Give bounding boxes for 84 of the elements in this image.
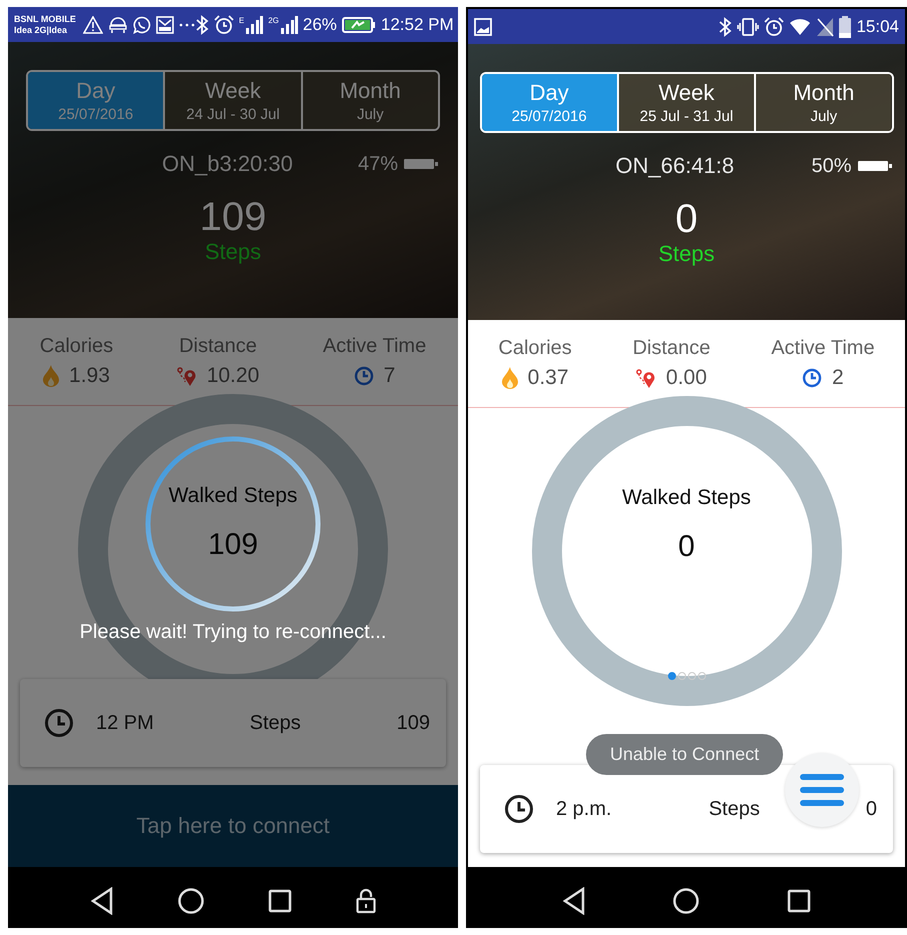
device-battery-percent: 47% — [358, 152, 398, 176]
step-count: 109 — [200, 195, 266, 239]
route-pin-icon — [176, 366, 197, 386]
image-icon — [474, 18, 492, 36]
signal-bars-icon — [245, 16, 264, 34]
hour-label: 12 PM — [96, 712, 154, 734]
clock-time: 12:52 PM — [380, 14, 454, 34]
stat-value: 0.00 — [666, 366, 707, 390]
clock-time: 15:04 — [856, 16, 899, 36]
back-icon[interactable] — [562, 887, 586, 915]
connect-button[interactable]: Tap here to connect — [8, 785, 458, 867]
period-tab[interactable]: Week 24 Jul - 30 Jul — [163, 72, 301, 129]
hour-step-count: 0 — [864, 798, 877, 820]
alarm-clock-icon — [764, 16, 784, 36]
clock-icon — [44, 708, 74, 738]
stat-label: Calories — [40, 335, 114, 358]
hour-step-count: 109 — [396, 712, 430, 734]
period-tab[interactable]: Day 25/07/2016 — [482, 74, 617, 131]
back-icon[interactable] — [90, 887, 114, 915]
ring-value: 109 — [208, 528, 258, 562]
period-tab[interactable]: Day 25/07/2016 — [28, 72, 164, 129]
no-signal-icon — [816, 16, 834, 36]
network-name: Idea 2G|Idea — [14, 24, 68, 36]
steps-label: Steps — [250, 712, 301, 734]
steps-label: Steps — [658, 241, 715, 267]
home-icon[interactable] — [178, 888, 204, 914]
toast-message: Unable to Connect — [586, 734, 784, 775]
stat-label: Active Time — [771, 337, 875, 360]
stat-value: 10.20 — [206, 364, 260, 388]
more-icon — [178, 22, 195, 28]
device-battery-percent: 50% — [811, 154, 852, 178]
hour-label: 2 p.m. — [556, 798, 612, 820]
stat-value: 2 — [832, 366, 844, 390]
step-count: 0 — [675, 197, 698, 241]
clock-icon — [504, 794, 534, 824]
flame-icon — [502, 367, 518, 389]
network-type-label: E — [238, 16, 244, 24]
robot-icon — [108, 16, 128, 34]
clock-icon — [354, 366, 374, 386]
mail-icon — [156, 16, 174, 34]
recents-icon[interactable] — [787, 889, 812, 913]
wifi-icon — [789, 18, 812, 36]
lock-icon[interactable] — [356, 888, 376, 914]
page-dot[interactable] — [688, 672, 696, 680]
clock-icon — [802, 368, 822, 388]
menu-icon — [800, 772, 844, 808]
battery-icon — [404, 158, 438, 170]
network-type-label: 2G — [268, 16, 279, 24]
signal-bars-icon — [280, 16, 298, 34]
vibrate-icon — [737, 18, 760, 36]
stat-value: 0.37 — [528, 366, 569, 390]
period-tab[interactable]: Week 25 Jul - 31 Jul — [616, 74, 754, 131]
ring-title: Walked Steps — [622, 486, 751, 510]
device-name: ON_66:41:8 — [616, 153, 734, 179]
ring-value: 0 — [678, 530, 695, 564]
stat-label: Active Time — [322, 335, 426, 358]
stat-label: Calories — [498, 337, 572, 360]
steps-label: Steps — [708, 798, 760, 820]
stat-label: Distance — [632, 337, 710, 360]
period-tab[interactable]: Month July — [754, 74, 892, 131]
period-tab[interactable]: Month July — [300, 72, 438, 129]
home-icon[interactable] — [673, 888, 700, 914]
bluetooth-icon — [718, 16, 732, 36]
stat-value: 1.93 — [69, 364, 110, 388]
alarm-clock-icon — [214, 14, 234, 34]
recents-icon[interactable] — [268, 889, 292, 913]
menu-button[interactable] — [785, 753, 859, 827]
battery-icon — [858, 160, 892, 172]
flame-icon — [43, 365, 60, 387]
page-dot[interactable] — [698, 672, 706, 680]
stat-value: 7 — [384, 364, 396, 388]
stat-label: Distance — [179, 335, 257, 358]
device-name: ON_b3:20:30 — [162, 151, 293, 177]
carrier-name: BSNL MOBILE — [14, 14, 76, 24]
ring-title: Walked Steps — [168, 484, 298, 508]
reconnect-message: Please wait! Trying to re-connect... — [78, 621, 388, 644]
warning-icon — [82, 16, 103, 34]
bluetooth-icon — [194, 14, 209, 34]
page-dot[interactable] — [678, 672, 686, 680]
battery-percent: 26% — [302, 14, 337, 34]
chat-bubble-icon — [132, 16, 151, 34]
page-dot[interactable] — [668, 672, 676, 680]
steps-label: Steps — [204, 239, 262, 265]
route-pin-icon — [636, 368, 656, 388]
